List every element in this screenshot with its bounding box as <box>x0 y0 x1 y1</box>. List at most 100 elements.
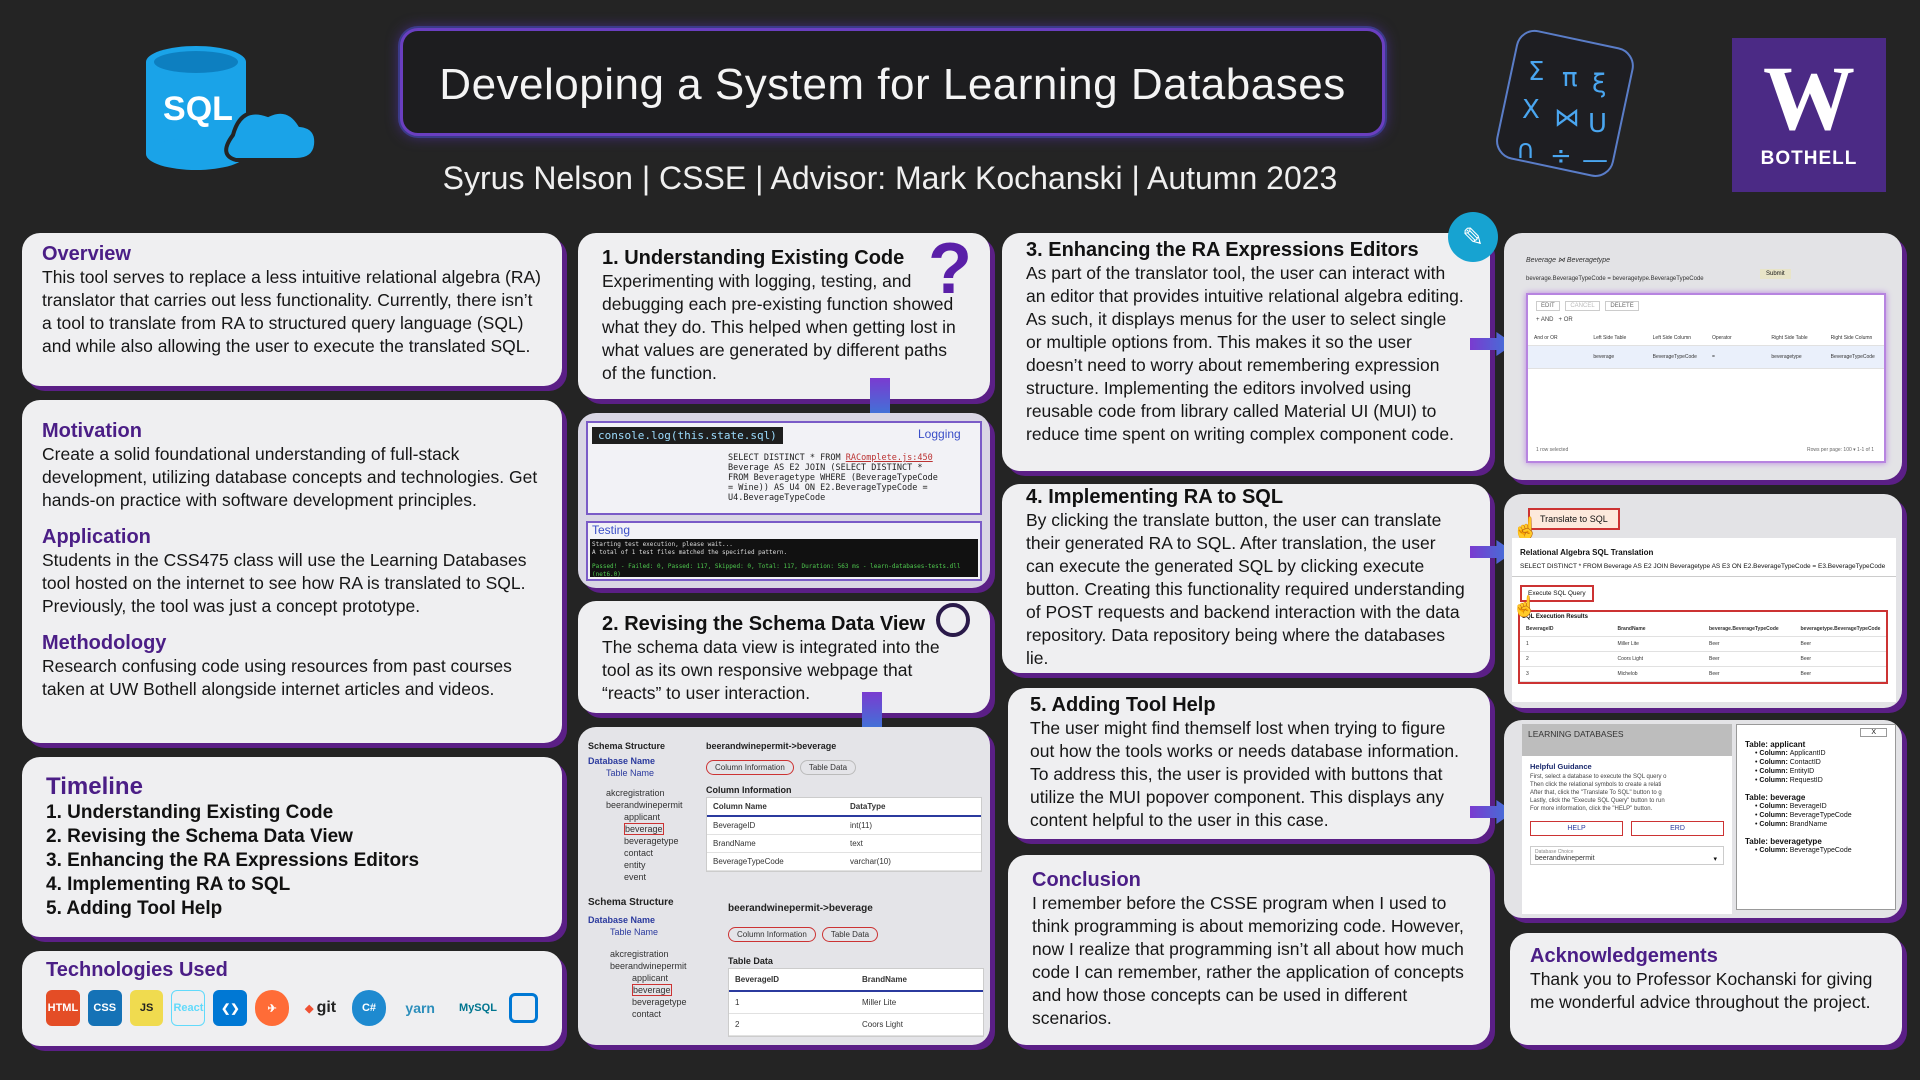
table-row: 1 Miller Lite <box>729 992 983 1014</box>
overview-card: Overview This tool serves to replace a l… <box>22 233 562 386</box>
section1-body: Experimenting with logging, testing, and… <box>602 271 956 383</box>
translate-button[interactable]: Translate to SQL <box>1528 508 1620 530</box>
testing-label: Testing <box>592 523 631 537</box>
timeline-item-3: 3. Enhancing the RA Expressions Editors <box>46 850 420 871</box>
technologies-heading: Technologies Used <box>46 959 228 981</box>
erd-button[interactable]: ERD <box>1631 821 1724 836</box>
table-row: 2 Coors Light Beer Beer <box>1520 652 1886 667</box>
uw-logo-letter: W <box>1763 47 1855 149</box>
magnifier-icon <box>936 603 970 637</box>
section4-card: 4. Implementing RA to SQL By clicking th… <box>1002 484 1490 673</box>
math-sym-union: U <box>1588 109 1607 139</box>
uw-logo-text: BOTHELL <box>1760 148 1858 169</box>
translate-screenshot: Translate to SQL ☝ Relational Algebra SQ… <box>1504 494 1902 708</box>
mysql-icon: MySQL <box>459 1002 497 1014</box>
vscode-icon: ❮❯ <box>213 990 248 1026</box>
timeline-item-4: 4. Implementing RA to SQL <box>46 874 291 895</box>
math-sym-divide: ÷ <box>1550 141 1572 171</box>
motivation-heading: Motivation <box>42 420 142 442</box>
application-heading: Application <box>42 526 151 548</box>
section2-card: 2. Revising the Schema Data View The sch… <box>578 601 990 713</box>
timeline-item-2: 2. Revising the Schema Data View <box>46 826 353 847</box>
table-row: 1 Miller Lite Beer Beer <box>1520 637 1886 652</box>
math-sym-dash: — <box>1582 145 1608 175</box>
azure-icon <box>509 993 539 1023</box>
column-info-table: Column Name DataType BeverageID int(11) Br… <box>706 797 982 872</box>
sql-logo-text: SQL <box>163 90 233 128</box>
conclusion-card: Conclusion I remember before the CSSE pr… <box>1008 855 1490 1045</box>
section5-body: The user might find themself lost when t… <box>1030 718 1459 830</box>
table-row: BeverageTypeCode varchar(10) <box>707 853 981 871</box>
timeline-card: Timeline 1. Understanding Existing Code … <box>22 757 562 937</box>
console-code: console.log(this.state.sql) <box>592 427 783 444</box>
html5-icon: HTML <box>46 990 80 1026</box>
results-table: SQL Execution Results BeverageID BrandNam… <box>1518 610 1888 684</box>
motivation-body: Create a solid foundational understandin… <box>42 444 538 510</box>
close-button[interactable]: X <box>1860 728 1887 737</box>
logging-screenshot: console.log(this.state.sql) Logging SELE… <box>578 413 990 588</box>
table-row: 2 Coors Light <box>729 1014 983 1036</box>
acknowledgements-card: Acknowledgements Thank you to Professor … <box>1510 933 1902 1045</box>
yarn-icon: yarn <box>405 1000 435 1016</box>
csharp-icon: C# <box>352 990 386 1026</box>
database-choice-select[interactable]: Database Choice beerandwinepermit ▾ <box>1530 846 1724 865</box>
methodology-body: Research confusing code using resources … <box>42 656 512 699</box>
application-body: Students in the CSS475 class will use th… <box>42 550 527 616</box>
arrow-down-icon-2 <box>862 692 882 732</box>
section5-card: 5. Adding Tool Help The user might find … <box>1008 688 1490 839</box>
postman-icon: ✈ <box>255 990 290 1026</box>
table-row: 3 Michelob Beer Beer <box>1520 667 1886 682</box>
css3-icon: CSS <box>87 990 122 1026</box>
math-sym-intersect: ∩ <box>1516 135 1535 165</box>
page-title: Developing a System for Learning Databas… <box>439 60 1346 109</box>
table-popover: X Table: applicant • Column: ApplicantID… <box>1736 724 1896 910</box>
test-output: Starting test execution, please wait... … <box>590 539 978 578</box>
timeline-item-1: 1. Understanding Existing Code <box>46 802 334 823</box>
help-button[interactable]: HELP <box>1530 821 1623 836</box>
section4-heading: 4. Implementing RA to SQL <box>1026 486 1284 508</box>
overview-body: This tool serves to replace a less intui… <box>42 267 541 356</box>
logging-label: Logging <box>918 427 961 441</box>
timeline-heading: Timeline <box>46 773 143 800</box>
math-symbols-icon: Σ π ξ X ⋈ U ∩ ÷ — <box>1488 28 1638 178</box>
pencil-icon: ✎ <box>1448 212 1498 262</box>
section1-card: 1. Understanding Existing Code Experimen… <box>578 233 990 399</box>
schema-screenshot: Schema Structure Database Name Table Nam… <box>578 727 990 1045</box>
section3-body: As part of the translator tool, the user… <box>1026 263 1464 444</box>
table-data-table: BeverageID BrandName 1 Miller Lite 2 Coors … <box>728 968 984 1037</box>
math-sym-x: X <box>1522 95 1540 125</box>
section5-heading: 5. Adding Tool Help <box>1030 694 1216 716</box>
section3-heading: 3. Enhancing the RA Expressions Editors <box>1026 239 1419 261</box>
arrow-down-icon <box>870 378 890 418</box>
section4-body: By clicking the translate button, the us… <box>1026 510 1465 668</box>
editor-grid: EDIT CANCEL DELETE + AND + OR And or OR L… <box>1526 293 1886 463</box>
acknowledgements-heading: Acknowledgements <box>1530 945 1718 967</box>
uw-bothell-logo: W BOTHELL <box>1732 38 1886 192</box>
math-sym-pi: π <box>1562 63 1578 93</box>
git-icon: ◆ git <box>305 999 337 1016</box>
acknowledgements-body: Thank you to Professor Kochanski for giv… <box>1530 969 1873 1012</box>
conclusion-body: I remember before the CSSE program when … <box>1032 893 1464 1028</box>
sql-log-output: SELECT DISTINCT * FROM RAComplete.js:450… <box>728 453 938 503</box>
math-sym-sigma: Σ <box>1528 57 1544 87</box>
pointer-cursor-icon-2: ☝ <box>1512 596 1537 618</box>
section1-heading: 1. Understanding Existing Code <box>602 247 905 269</box>
js-icon: JS <box>129 990 164 1026</box>
motivation-card: Motivation Create a solid foundational u… <box>22 400 562 743</box>
math-sym-xi: ξ <box>1592 69 1607 99</box>
table-row: BrandName text <box>707 835 981 853</box>
timeline-item-5: 5. Adding Tool Help <box>46 898 223 919</box>
page-subtitle: Syrus Nelson | CSSE | Advisor: Mark Koch… <box>442 160 1338 196</box>
technologies-card: Technologies Used HTML CSS JS React ❮❯ ✈… <box>22 951 562 1046</box>
table-row: beverage BeverageTypeCode = beveragetype Bev… <box>1528 346 1884 369</box>
math-sym-join: ⋈ <box>1554 103 1580 133</box>
methodology-heading: Methodology <box>42 632 167 654</box>
sql-logo: SQL <box>138 40 319 180</box>
react-icon: React <box>171 990 206 1026</box>
question-mark-icon: ? <box>928 233 972 309</box>
section2-body: The schema data view is integrated into … <box>602 637 940 703</box>
section2-heading: 2. Revising the Schema Data View <box>602 613 926 635</box>
section3-card: 3. Enhancing the RA Expressions Editors … <box>1002 233 1490 471</box>
conclusion-heading: Conclusion <box>1032 869 1141 891</box>
submit-button[interactable]: Submit <box>1760 269 1791 279</box>
